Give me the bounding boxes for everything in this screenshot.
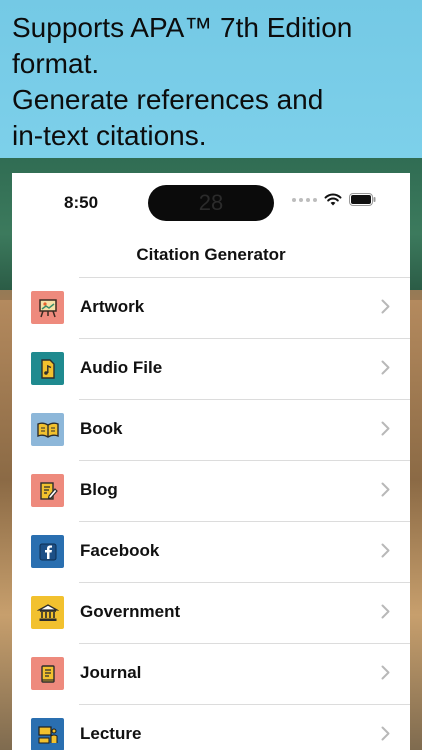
promo-text: Supports APA™ 7th Edition format. Genera… xyxy=(12,10,412,154)
phone-screen: 8:50 28 Citation Generator Artwork Audio… xyxy=(12,173,410,750)
promo-line-4: in-text citations. xyxy=(12,120,207,151)
background-desk-right xyxy=(410,300,422,750)
citation-type-list: Artwork Audio File Book Blog Facebook Go… xyxy=(12,277,410,750)
facebook-icon xyxy=(31,535,64,568)
chevron-right-icon xyxy=(381,421,390,436)
bank-icon xyxy=(31,596,64,629)
list-item-facebook[interactable]: Facebook xyxy=(12,521,410,582)
chevron-right-icon xyxy=(381,604,390,619)
open-book-icon xyxy=(31,413,64,446)
promo-line-3: Generate references and xyxy=(12,84,324,115)
edit-note-icon xyxy=(31,474,64,507)
chevron-right-icon xyxy=(381,360,390,375)
signal-dots-icon xyxy=(292,197,317,202)
chevron-right-icon xyxy=(381,299,390,314)
chevron-right-icon xyxy=(381,543,390,558)
list-item-label: Journal xyxy=(80,663,142,682)
wifi-icon xyxy=(324,193,342,206)
list-item-audio-file[interactable]: Audio File xyxy=(12,338,410,399)
chevron-right-icon xyxy=(381,665,390,680)
list-item-lecture[interactable]: Lecture xyxy=(12,704,410,750)
list-item-artwork[interactable]: Artwork xyxy=(12,277,410,338)
list-item-label: Government xyxy=(80,602,181,621)
list-item-label: Facebook xyxy=(80,541,160,560)
list-item-journal[interactable]: Journal xyxy=(12,643,410,704)
easel-icon xyxy=(31,291,64,324)
promo-line-2: format. xyxy=(12,48,100,79)
list-item-label: Book xyxy=(80,419,123,438)
list-item-label: Audio File xyxy=(80,358,163,377)
list-item-government[interactable]: Government xyxy=(12,582,410,643)
dynamic-island: 28 xyxy=(148,185,274,221)
journal-icon xyxy=(31,657,64,690)
status-time: 8:50 xyxy=(64,193,99,212)
chevron-right-icon xyxy=(381,482,390,497)
list-item-label: Blog xyxy=(80,480,118,499)
promo-line-1: Supports APA™ 7th Edition xyxy=(12,12,353,43)
status-bar: 8:50 28 xyxy=(12,173,410,229)
background-desk-left xyxy=(0,300,12,750)
list-item-book[interactable]: Book xyxy=(12,399,410,460)
music-file-icon xyxy=(31,352,64,385)
promo-banner: Supports APA™ 7th Edition format. Genera… xyxy=(0,0,422,158)
chevron-right-icon xyxy=(381,726,390,741)
list-item-label: Lecture xyxy=(80,724,142,743)
page-title: Citation Generator xyxy=(136,245,286,264)
list-item-label: Artwork xyxy=(80,297,145,316)
battery-icon xyxy=(349,193,376,206)
list-item-blog[interactable]: Blog xyxy=(12,460,410,521)
presentation-icon xyxy=(31,718,64,750)
status-indicators xyxy=(292,193,376,206)
